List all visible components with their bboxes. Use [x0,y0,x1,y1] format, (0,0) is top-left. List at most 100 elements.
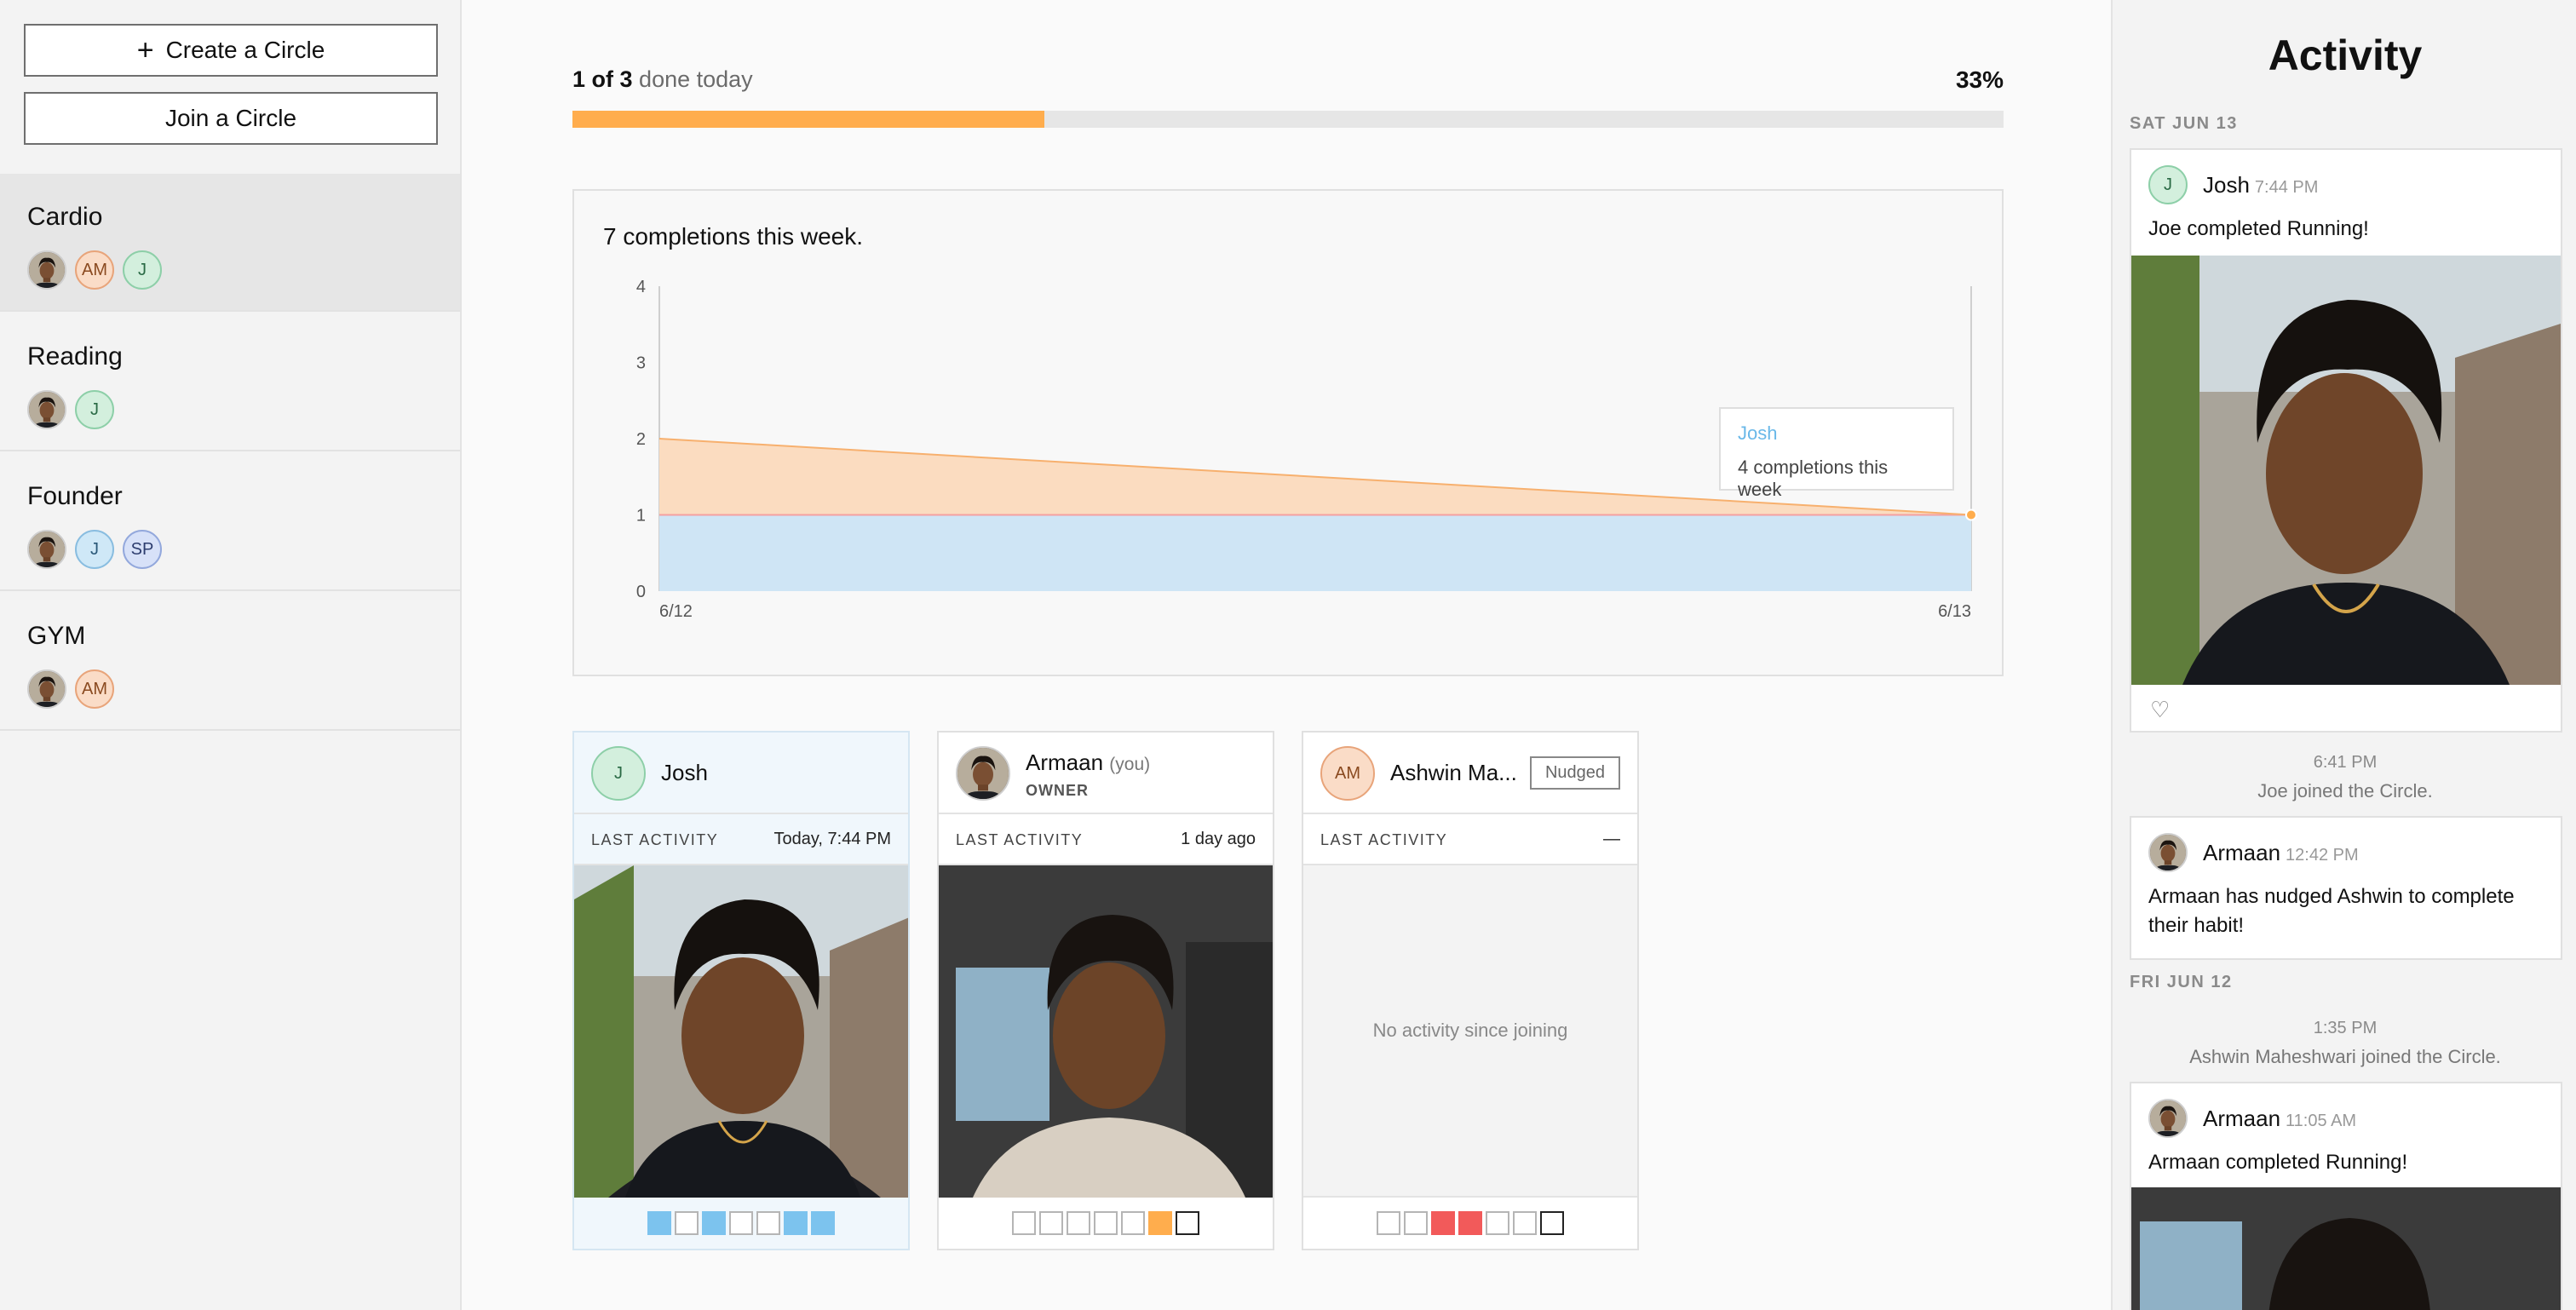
tooltip-series-name: Josh [1738,422,1778,444]
member-avatars: J SP [27,530,162,569]
avatar [956,746,1010,801]
y-tick-label: 2 [636,430,646,449]
system-message: Joe joined the Circle. [2257,780,2433,802]
post-author: Armaan 11:05 AM [2203,1106,2356,1132]
last-activity-row: LAST ACTIVITY 1 day ago [939,814,1273,865]
progress-bar [572,111,2004,128]
day-square [784,1211,808,1235]
hover-point [1965,508,1977,521]
system-time: 1:35 PM [2313,1019,2378,1037]
avatar [27,669,66,709]
selfie-image [939,865,1273,1198]
post-author-name: Armaan [2203,840,2281,865]
member-name: Josh [661,760,708,785]
member-role: OWNER [1026,782,1089,799]
member-name-text: Armaan [1026,750,1104,775]
avatar: J [75,390,114,429]
plus-icon: + [136,34,154,66]
last-activity-label: LAST ACTIVITY [591,831,719,848]
avatar [27,390,66,429]
avatar [27,250,66,290]
selfie-image [2131,1186,2561,1310]
day-square [647,1211,671,1235]
circle-item-cardio[interactable]: Cardio AM J [0,174,460,312]
day-square [1094,1211,1118,1235]
circle-name: Cardio [27,203,103,231]
activity-post[interactable]: J Josh 7:44 PM Joe completed Running! ♡ [2130,148,2562,733]
x-tick-label: 6/13 [1938,602,1971,621]
member-card-josh[interactable]: J Josh LAST ACTIVITY Today, 7:44 PM [572,731,910,1250]
member-card-header: J Josh [574,733,908,814]
day-square [756,1211,780,1235]
day-square [1458,1211,1482,1235]
last-activity-value: — [1603,830,1620,848]
create-circle-button[interactable]: + Create a Circle [24,24,438,77]
post-author-name: Josh [2203,172,2250,198]
circle-name: Reading [27,342,123,371]
post-header: Armaan 12:42 PM [2131,818,2561,882]
post-photo[interactable] [2131,255,2561,685]
create-circle-label: Create a Circle [165,37,325,63]
day-square [1431,1211,1455,1235]
day-square [675,1211,699,1235]
y-tick-label: 1 [636,507,646,526]
last-activity-value: 1 day ago [1181,830,1256,848]
day-square [1513,1211,1537,1235]
activity-photo[interactable] [574,865,908,1198]
y-tick-label: 4 [636,278,646,296]
day-square [1404,1211,1428,1235]
sidebar: + Create a Circle Join a Circle Cardio A… [0,0,462,1310]
nudged-badge[interactable]: Nudged [1529,756,1620,790]
progress-count: 1 of 3 [572,66,633,92]
post-author: Josh 7:44 PM [2203,172,2318,198]
activity-panel: Activity SAT JUN 13 J Josh 7:44 PM Joe co… [2111,0,2576,1310]
last-activity-label: LAST ACTIVITY [956,831,1084,848]
activity-post[interactable]: Armaan 11:05 AM Armaan completed Running! [2130,1082,2562,1310]
avatar [27,530,66,569]
avatar: J [2148,165,2188,204]
circle-name: GYM [27,622,86,650]
week-tracker [574,1198,908,1249]
member-card-armaan[interactable]: Armaan (you) OWNER LAST ACTIVITY 1 day a… [937,731,1274,1250]
post-time: 12:42 PM [2286,846,2359,865]
day-square [1148,1211,1172,1235]
empty-activity: No activity since joining [1303,865,1637,1198]
selfie-image [2131,255,2561,685]
y-tick-label: 0 [636,583,646,601]
date-header: SAT JUN 13 [2130,114,2238,133]
member-card-header: AM Ashwin Ma... Nudged [1303,733,1637,814]
day-square [1121,1211,1145,1235]
post-header: Armaan 11:05 AM [2131,1083,2561,1148]
activity-post[interactable]: Armaan 12:42 PM Armaan has nudged Ashwin … [2130,816,2562,961]
progress-fill [572,111,1045,128]
post-photo[interactable] [2131,1186,2561,1310]
post-time: 11:05 AM [2286,1112,2357,1130]
day-square [1176,1211,1199,1235]
member-avatars: J [27,390,114,429]
member-card-header: Armaan (you) OWNER [939,733,1273,814]
post-text: Joe completed Running! [2148,217,2369,240]
heart-icon[interactable]: ♡ [2150,697,2170,723]
post-text: Armaan completed Running! [2148,1151,2408,1174]
member-card-ashwin[interactable]: AM Ashwin Ma... Nudged LAST ACTIVITY — N… [1302,731,1639,1250]
day-square [1039,1211,1063,1235]
activity-photo[interactable] [939,865,1273,1198]
join-circle-button[interactable]: Join a Circle [24,92,438,145]
day-square [1540,1211,1564,1235]
post-time: 7:44 PM [2254,178,2319,197]
progress-suffix: done today [639,66,753,92]
week-tracker [1303,1198,1637,1249]
x-tick-label: 6/12 [659,602,693,621]
circle-name: Founder [27,482,123,510]
join-circle-label: Join a Circle [164,105,297,131]
circle-item-founder[interactable]: Founder J SP [0,453,460,591]
member-name: Ashwin Ma... [1390,760,1517,785]
last-activity-label: LAST ACTIVITY [1320,831,1448,848]
selfie-image [574,865,908,1198]
circle-item-gym[interactable]: GYM AM [0,593,460,731]
day-square [1067,1211,1090,1235]
avatar: J [591,746,646,801]
system-time: 6:41 PM [2313,753,2378,772]
last-activity-value: Today, 7:44 PM [773,830,891,848]
circle-item-reading[interactable]: Reading J [0,313,460,451]
